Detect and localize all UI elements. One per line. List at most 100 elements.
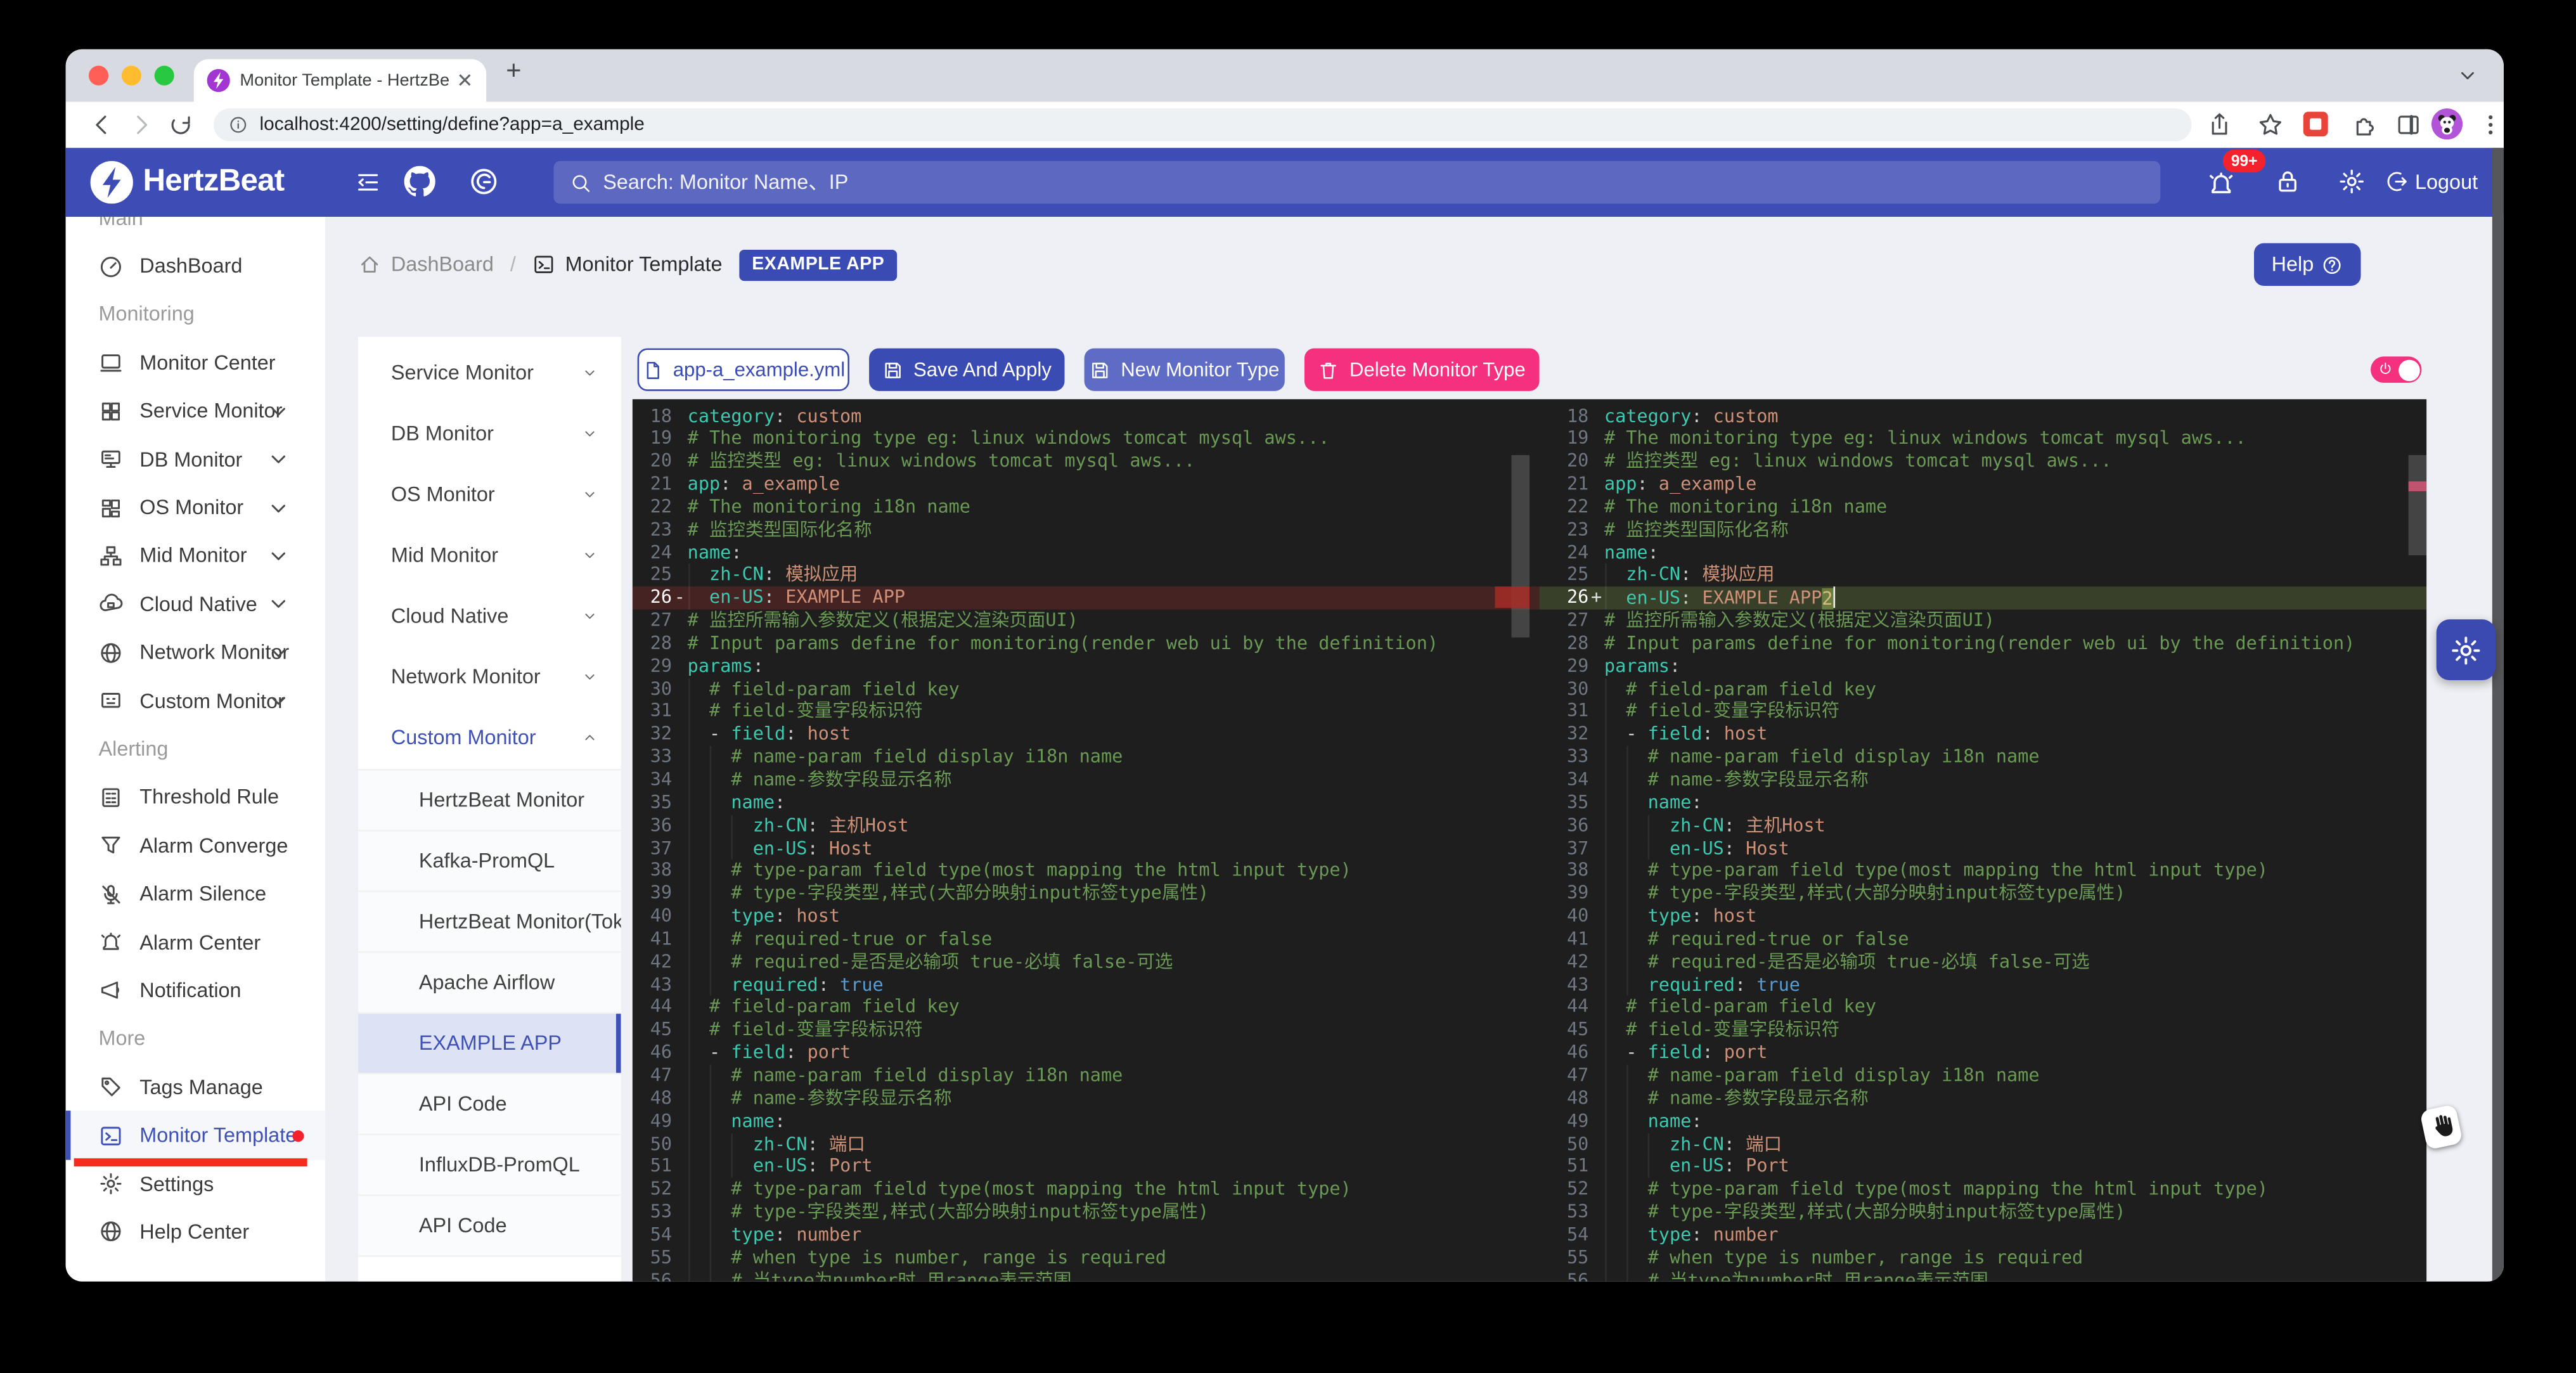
share-icon[interactable]	[2206, 112, 2232, 138]
type-item-api-code[interactable]: API Code	[358, 1074, 621, 1135]
type-group-service-monitor[interactable]: Service Monitor	[358, 342, 621, 403]
code-text: # field-param field key	[1604, 996, 2426, 1019]
indent-guide	[688, 1087, 690, 1110]
sidebar-item-monitor-center[interactable]: Monitor Center	[66, 338, 326, 387]
line-number: 49	[1540, 1110, 1589, 1133]
indent-guide	[709, 1246, 711, 1269]
sidebar-item-monitor-template[interactable]: Monitor Template	[66, 1111, 326, 1159]
sidebar-item-alarm-center[interactable]: Alarm Center	[66, 918, 326, 966]
extensions-puzzle-icon[interactable]	[2353, 112, 2379, 138]
indent-guide	[1604, 1246, 1606, 1269]
type-group-custom-monitor[interactable]: Custom Monitor	[358, 707, 621, 768]
delete-monitor-type-button[interactable]: Delete Monitor Type	[1304, 348, 1540, 390]
window-close-button[interactable]	[89, 66, 108, 86]
tab-close-icon[interactable]: ✕	[456, 69, 473, 92]
template-enable-toggle[interactable]	[2371, 356, 2421, 382]
code-text: # 当type为number时,用range表示范围	[688, 1269, 1540, 1281]
settings-gear-icon[interactable]	[2338, 167, 2366, 195]
indent-guide	[1626, 905, 1628, 928]
sidebar-item-mid-monitor[interactable]: Mid Monitor	[66, 532, 326, 580]
yml-file-button[interactable]: app-a_example.yml	[638, 348, 849, 390]
sidebar-item-threshold-rule[interactable]: Threshold Rule	[66, 773, 326, 822]
type-item-api-code[interactable]: API Code	[358, 1196, 621, 1256]
hertzbeat-logo[interactable]: HertzBeat	[91, 161, 285, 203]
sidebar-item-settings[interactable]: Settings	[66, 1159, 326, 1208]
gear-icon	[99, 1171, 124, 1196]
code-line-47: 47 # name-param field display i18n name	[633, 1064, 1540, 1087]
breadcrumb-dashboard[interactable]: DashBoard	[391, 253, 494, 276]
diff-pane-left[interactable]: 18category: custom19# The monitoring typ…	[633, 399, 1540, 1282]
sidebar-item-label: Alarm Converge	[139, 834, 288, 857]
code-text: type: number	[1604, 1224, 2426, 1247]
bookmark-star-icon[interactable]	[2257, 112, 2283, 138]
sidebar-item-network-monitor[interactable]: Network Monitor	[66, 628, 326, 676]
code-text: # Input params define for monitoring(ren…	[688, 633, 1540, 655]
unsaved-dot	[292, 1130, 304, 1141]
tab-search-chevron-icon[interactable]	[2456, 64, 2479, 87]
sidebar-item-alarm-converge[interactable]: Alarm Converge	[66, 822, 326, 870]
sidebar-item-help-center[interactable]: Help Center	[66, 1208, 326, 1256]
type-item-kafka-promql[interactable]: Kafka-PromQL	[358, 831, 621, 892]
new-monitor-type-button[interactable]: New Monitor Type	[1085, 348, 1285, 390]
sidebar-item-cloud-native[interactable]: Cloud Native	[66, 580, 326, 628]
sidebar-item-alarm-silence[interactable]: Alarm Silence	[66, 870, 326, 918]
floating-settings-button[interactable]	[2437, 619, 2496, 680]
code-text: type: host	[1604, 905, 2426, 928]
right-pane-scrollbar[interactable]	[2409, 455, 2427, 555]
page-scrollbar[interactable]	[2492, 148, 2504, 1281]
type-item-influxdb-promql[interactable]: InfluxDB-PromQL	[358, 1135, 621, 1196]
sidebar-item-service-monitor[interactable]: Service Monitor	[66, 387, 326, 435]
save-and-apply-button[interactable]: Save And Apply	[869, 348, 1064, 390]
sidebar-item-custom-monitor[interactable]: Custom Monitor	[66, 677, 326, 725]
type-item-apache-airflow[interactable]: Apache Airflow	[358, 952, 621, 1013]
side-panel-icon[interactable]	[2395, 112, 2421, 138]
window-minimize-button[interactable]	[122, 66, 141, 86]
menu-fold-icon[interactable]	[355, 169, 381, 195]
gitee-icon[interactable]	[468, 166, 499, 197]
type-item-example-app[interactable]: EXAMPLE APP	[358, 1013, 621, 1074]
code-line-50: 50 zh-CN: 端口	[633, 1133, 1540, 1156]
lock-icon[interactable]	[2274, 167, 2302, 195]
browser-tab[interactable]: Monitor Template - HertzBeat ✕	[194, 59, 486, 101]
code-text: # name-param field display i18n name	[688, 1064, 1540, 1087]
type-item-hertzbeat-monitor-toke[interactable]: HertzBeat Monitor(Toke	[358, 891, 621, 952]
back-icon[interactable]	[89, 112, 115, 138]
diff-editor[interactable]: 18category: custom19# The monitoring typ…	[633, 399, 2426, 1282]
diff-marker	[1588, 428, 1604, 451]
search-input[interactable]	[603, 171, 2144, 194]
sidebar-item-os-monitor[interactable]: OS Monitor	[66, 484, 326, 532]
logout-button[interactable]: Logout	[2415, 148, 2478, 217]
line-number: 25	[633, 564, 672, 587]
line-number: 39	[633, 882, 672, 905]
type-group-db-monitor[interactable]: DB Monitor	[358, 403, 621, 463]
github-icon[interactable]	[404, 166, 435, 197]
diff-pane-right[interactable]: 18category: custom19# The monitoring typ…	[1540, 399, 2427, 1282]
type-group-mid-monitor[interactable]: Mid Monitor	[358, 525, 621, 586]
type-item-hertzbeat-monitor[interactable]: HertzBeat Monitor	[358, 770, 621, 831]
bell-icon[interactable]	[2206, 169, 2236, 199]
reload-icon[interactable]	[167, 112, 193, 138]
type-group-network-monitor[interactable]: Network Monitor	[358, 647, 621, 707]
line-number: 51	[633, 1156, 672, 1178]
type-group-os-monitor[interactable]: OS Monitor	[358, 463, 621, 524]
extension-red-icon[interactable]	[2303, 112, 2328, 136]
home-icon[interactable]	[358, 253, 381, 276]
window-zoom-button[interactable]	[155, 66, 174, 86]
global-search[interactable]	[553, 161, 2160, 203]
sidebar-item-dashboard[interactable]: DashBoard	[66, 242, 326, 290]
logout-icon[interactable]	[2385, 169, 2410, 194]
code-line-44: 44 # field-param field key	[1540, 996, 2427, 1019]
profile-avatar[interactable]	[2431, 108, 2463, 139]
code-line-46: 46 - field: port	[633, 1042, 1540, 1065]
left-pane-scrollbar[interactable]	[1511, 455, 1530, 638]
site-info-icon[interactable]	[228, 115, 248, 134]
sidebar-item-db-monitor[interactable]: DB Monitor	[66, 435, 326, 484]
url-bar[interactable]: localhost:4200/setting/define?app=a_exam…	[214, 108, 2192, 141]
sidebar-item-tags-manage[interactable]: Tags Manage	[66, 1063, 326, 1111]
browser-menu-icon[interactable]	[2477, 112, 2503, 138]
help-button[interactable]: Help	[2254, 243, 2360, 286]
type-group-cloud-native[interactable]: Cloud Native	[358, 586, 621, 647]
sidebar-item-notification[interactable]: Notification	[66, 967, 326, 1015]
new-tab-button[interactable]: +	[506, 58, 521, 87]
code-text: en-US: Host	[1604, 837, 2426, 860]
